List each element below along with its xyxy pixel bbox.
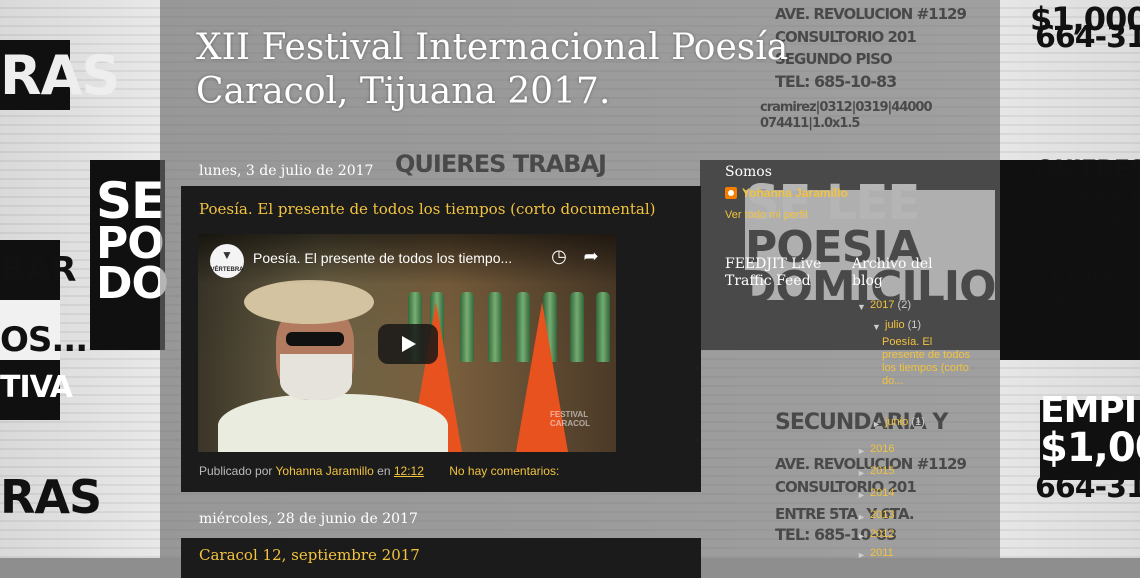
post-author-link[interactable]: Yohanna Jaramillo: [276, 464, 374, 478]
blog-post: Poesía. El presente de todos los tiempos…: [181, 186, 701, 492]
blog-title[interactable]: XII Festival Internacional Poesía Caraco…: [196, 26, 836, 114]
video-title[interactable]: Poesía. El presente de todos los tiempo.…: [253, 250, 512, 266]
expand-triangle-icon[interactable]: ▼: [857, 302, 866, 312]
archive-month-link[interactable]: julio (1): [885, 319, 921, 331]
post-title-link[interactable]: Caracol 12, septiembre 2017: [199, 546, 420, 564]
youtube-video-embed[interactable]: VÉRTEBRA Poesía. El presente de todos lo…: [198, 234, 616, 452]
view-profile-link[interactable]: Ver todo mi perfil: [725, 209, 808, 221]
archive-post-link[interactable]: Poesía. El presente de todos los tiempos…: [882, 336, 972, 388]
watch-later-icon[interactable]: ◷: [549, 246, 569, 266]
collapse-triangle-icon[interactable]: ►: [857, 550, 866, 560]
profile-name-link[interactable]: Yohanna Jaramillo: [742, 186, 848, 200]
published-by-label: Publicado por: [199, 464, 273, 478]
archive-year-link[interactable]: 2015: [870, 465, 894, 477]
collapse-triangle-icon[interactable]: ►: [872, 419, 881, 429]
blogger-profile-icon: [725, 187, 737, 199]
video-watermark: FESTIVAL CARACOL: [550, 410, 590, 428]
archive-year-link[interactable]: 2012: [870, 528, 894, 540]
archive-heading: Archivo del blog: [852, 256, 933, 289]
post-title-link[interactable]: Poesía. El presente de todos los tiempos…: [199, 200, 656, 218]
collapse-triangle-icon[interactable]: ►: [857, 446, 866, 456]
at-label: en: [377, 464, 391, 478]
blog-post: Caracol 12, septiembre 2017: [181, 538, 701, 578]
play-button[interactable]: [378, 324, 438, 364]
collapse-triangle-icon[interactable]: ►: [857, 490, 866, 500]
collapse-triangle-icon[interactable]: ►: [857, 531, 866, 541]
archive-month-link[interactable]: junio (1): [885, 416, 925, 428]
archive-year-link[interactable]: 2013: [870, 509, 894, 521]
post-date-header: lunes, 3 de julio de 2017: [199, 163, 374, 179]
post-time-link[interactable]: 12:12: [394, 464, 424, 478]
collapse-triangle-icon[interactable]: ►: [857, 468, 866, 478]
channel-avatar-icon[interactable]: VÉRTEBRA: [210, 244, 244, 278]
feedjit-heading: FEEDJIT Live Traffic Feed: [725, 256, 822, 289]
archive-year-link[interactable]: 2014: [870, 487, 894, 499]
archive-year-link[interactable]: 2011: [870, 547, 894, 559]
share-icon[interactable]: ➦: [581, 246, 601, 266]
comments-link[interactable]: No hay comentarios:: [449, 464, 559, 478]
collapse-triangle-icon[interactable]: ►: [857, 512, 866, 522]
post-date-header: miércoles, 28 de junio de 2017: [199, 511, 418, 527]
expand-triangle-icon[interactable]: ▼: [872, 322, 881, 332]
post-footer: Publicado por Yohanna Jaramillo en 12:12…: [199, 464, 559, 478]
archive-year-link[interactable]: 2017 (2): [870, 299, 911, 311]
archive-year-link[interactable]: 2016: [870, 443, 894, 455]
somos-heading: Somos: [725, 164, 772, 180]
